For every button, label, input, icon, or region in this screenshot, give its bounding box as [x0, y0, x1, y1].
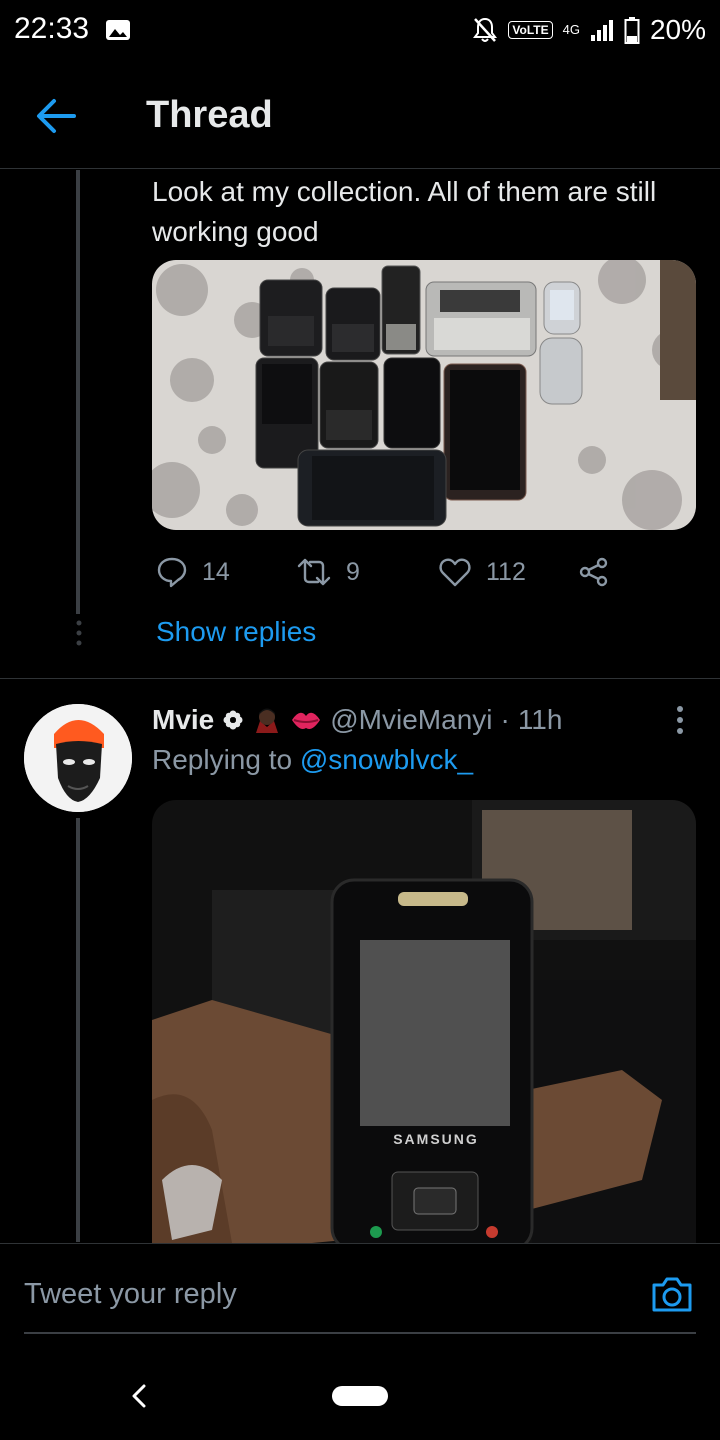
mute-bell-icon: [473, 17, 498, 42]
tweet-actions: 14 9 112: [152, 552, 708, 592]
vampire-emoji-icon: [256, 708, 279, 733]
network-type: 4G: [562, 22, 580, 37]
show-replies-link[interactable]: Show replies: [156, 616, 316, 648]
volte-badge: VoLTE: [508, 21, 553, 39]
reply-composer: Tweet your reply: [0, 1243, 720, 1354]
more-options-icon[interactable]: [670, 704, 690, 736]
phone-collection-image: [152, 260, 696, 530]
status-right-group: VoLTE 4G 20%: [472, 12, 706, 48]
retweet-count: 9: [346, 557, 360, 586]
retweet-action[interactable]: 9: [296, 552, 360, 592]
samsung-phone-image: SAMSUNG: [152, 800, 696, 1243]
thread-connector-line: [76, 170, 80, 614]
replying-to-prefix: Replying to: [152, 744, 293, 775]
system-nav-bar: [0, 1354, 720, 1440]
retweet-icon: [297, 558, 331, 586]
share-action[interactable]: [578, 552, 610, 592]
tweet-photo-phone-collection[interactable]: [152, 260, 696, 530]
replying-to-line: Replying to @snowblvck_: [152, 744, 473, 776]
reply-input[interactable]: Tweet your reply: [24, 1278, 237, 1311]
reply-bubble-icon: [157, 557, 187, 588]
samsung-brand-text: SAMSUNG: [393, 1131, 479, 1147]
back-arrow-icon[interactable]: [34, 96, 78, 136]
nav-back-icon[interactable]: [128, 1380, 152, 1412]
tweet-photo-samsung-phone[interactable]: SAMSUNG: [152, 800, 696, 1243]
nav-home-pill[interactable]: [332, 1386, 388, 1406]
kiss-mark-emoji-icon: [292, 712, 321, 729]
replying-to-mention[interactable]: @snowblvck_: [300, 744, 473, 775]
tweet-text: Look at my collection. All of them are s…: [152, 176, 657, 247]
signal-icon: [590, 20, 613, 41]
page-title: Thread: [146, 94, 273, 136]
share-icon: [579, 557, 608, 587]
flower-emoji-icon: [223, 710, 243, 730]
thread-dots-icon: [76, 620, 82, 646]
battery-percent: 20%: [649, 14, 706, 45]
tweet-time: 11h: [517, 704, 563, 735]
like-action[interactable]: 112: [438, 552, 526, 592]
meta-separator: ·: [500, 704, 510, 735]
tweet-author-row: Mvie @MvieManyi · 11h: [152, 704, 562, 736]
reply-count: 14: [202, 557, 230, 586]
battery-icon: [624, 17, 640, 44]
camera-icon[interactable]: [650, 1274, 694, 1314]
like-count: 112: [486, 557, 526, 586]
reply-input-underline: [24, 1332, 696, 1334]
avatar[interactable]: [24, 704, 132, 812]
avatar-portrait-image: [24, 704, 132, 812]
gallery-notification-icon: [106, 20, 130, 40]
tweet-divider: [0, 678, 720, 679]
thread-connector-line-2: [76, 818, 80, 1242]
reply-action[interactable]: 14: [156, 552, 230, 592]
app-bar: Thread: [0, 64, 720, 169]
heart-icon: [439, 558, 471, 587]
author-handle[interactable]: @MvieManyi: [330, 704, 492, 736]
status-bar: 22:33 VoLTE 4G 20%: [0, 0, 720, 64]
status-time: 22:33: [14, 12, 90, 45]
author-name[interactable]: Mvie: [152, 704, 214, 736]
